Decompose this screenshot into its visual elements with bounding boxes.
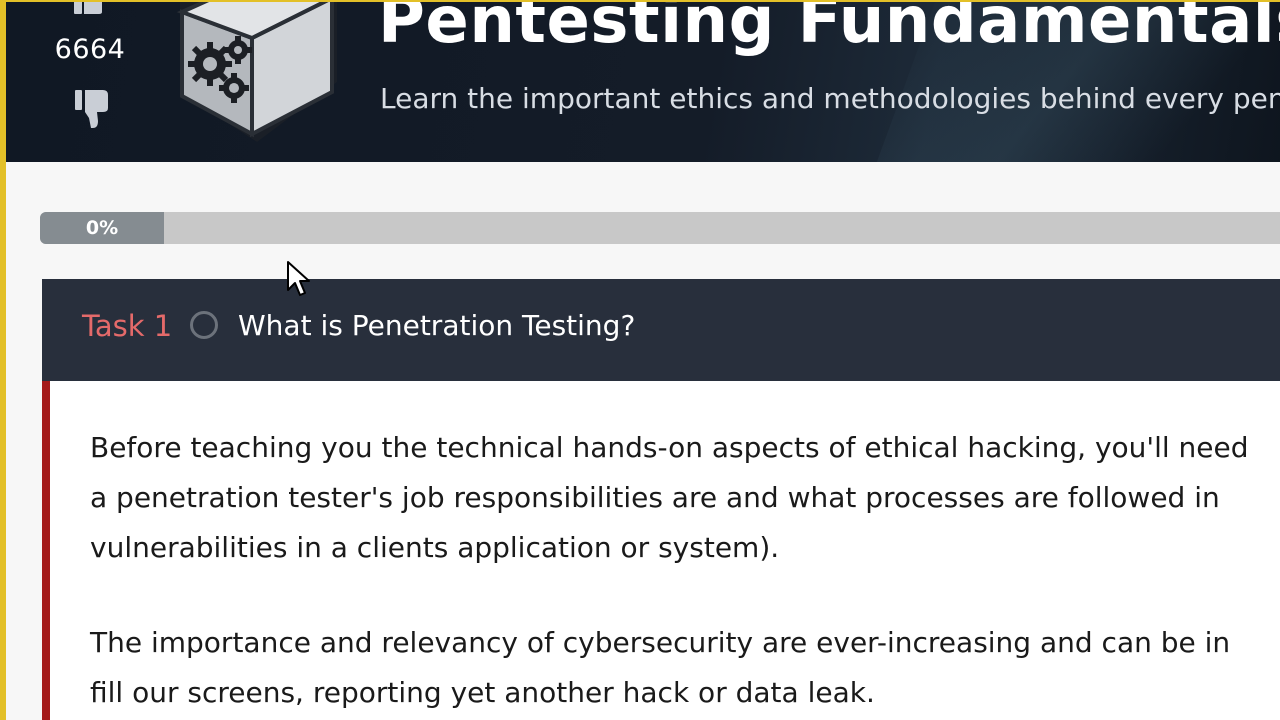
browser-viewport: 6664 Pentesting Fundamentals Learn the i… — [0, 0, 1280, 720]
paragraph-line: a penetration tester's job responsibilit… — [90, 481, 1220, 514]
task-number: Task 1 — [82, 309, 173, 343]
paragraph-line: Before teaching you the technical hands-… — [90, 431, 1249, 464]
task-1-content: Before teaching you the technical hands-… — [42, 381, 1280, 720]
gears-box-icon — [172, 2, 342, 146]
task-paragraph: Before teaching you the technical hands-… — [90, 423, 1280, 573]
thumbs-up-icon[interactable] — [72, 2, 108, 22]
progress-label: 0% — [85, 217, 119, 239]
paragraph-line: The importance and relevancy of cybersec… — [90, 626, 1231, 659]
empty-circle-icon — [190, 311, 218, 339]
paragraph-line: vulnerabilities in a clients application… — [90, 531, 780, 564]
room-progress-bar: 0% — [40, 212, 1280, 244]
room-subtitle: Learn the important ethics and methodolo… — [380, 82, 1280, 115]
vote-count: 6664 — [54, 34, 126, 65]
mouse-pointer-icon — [286, 260, 312, 302]
task-1-header[interactable]: Task 1 What is Penetration Testing? — [42, 279, 1280, 381]
thumbs-down-icon[interactable] — [72, 88, 112, 134]
room-banner: 6664 Pentesting Fundamentals Learn the i… — [6, 2, 1280, 162]
task-paragraph: The importance and relevancy of cybersec… — [90, 618, 1280, 718]
paragraph-line: fill our screens, reporting yet another … — [90, 676, 875, 709]
room-title: Pentesting Fundamentals — [378, 2, 1280, 58]
task-title: What is Penetration Testing? — [238, 309, 636, 342]
